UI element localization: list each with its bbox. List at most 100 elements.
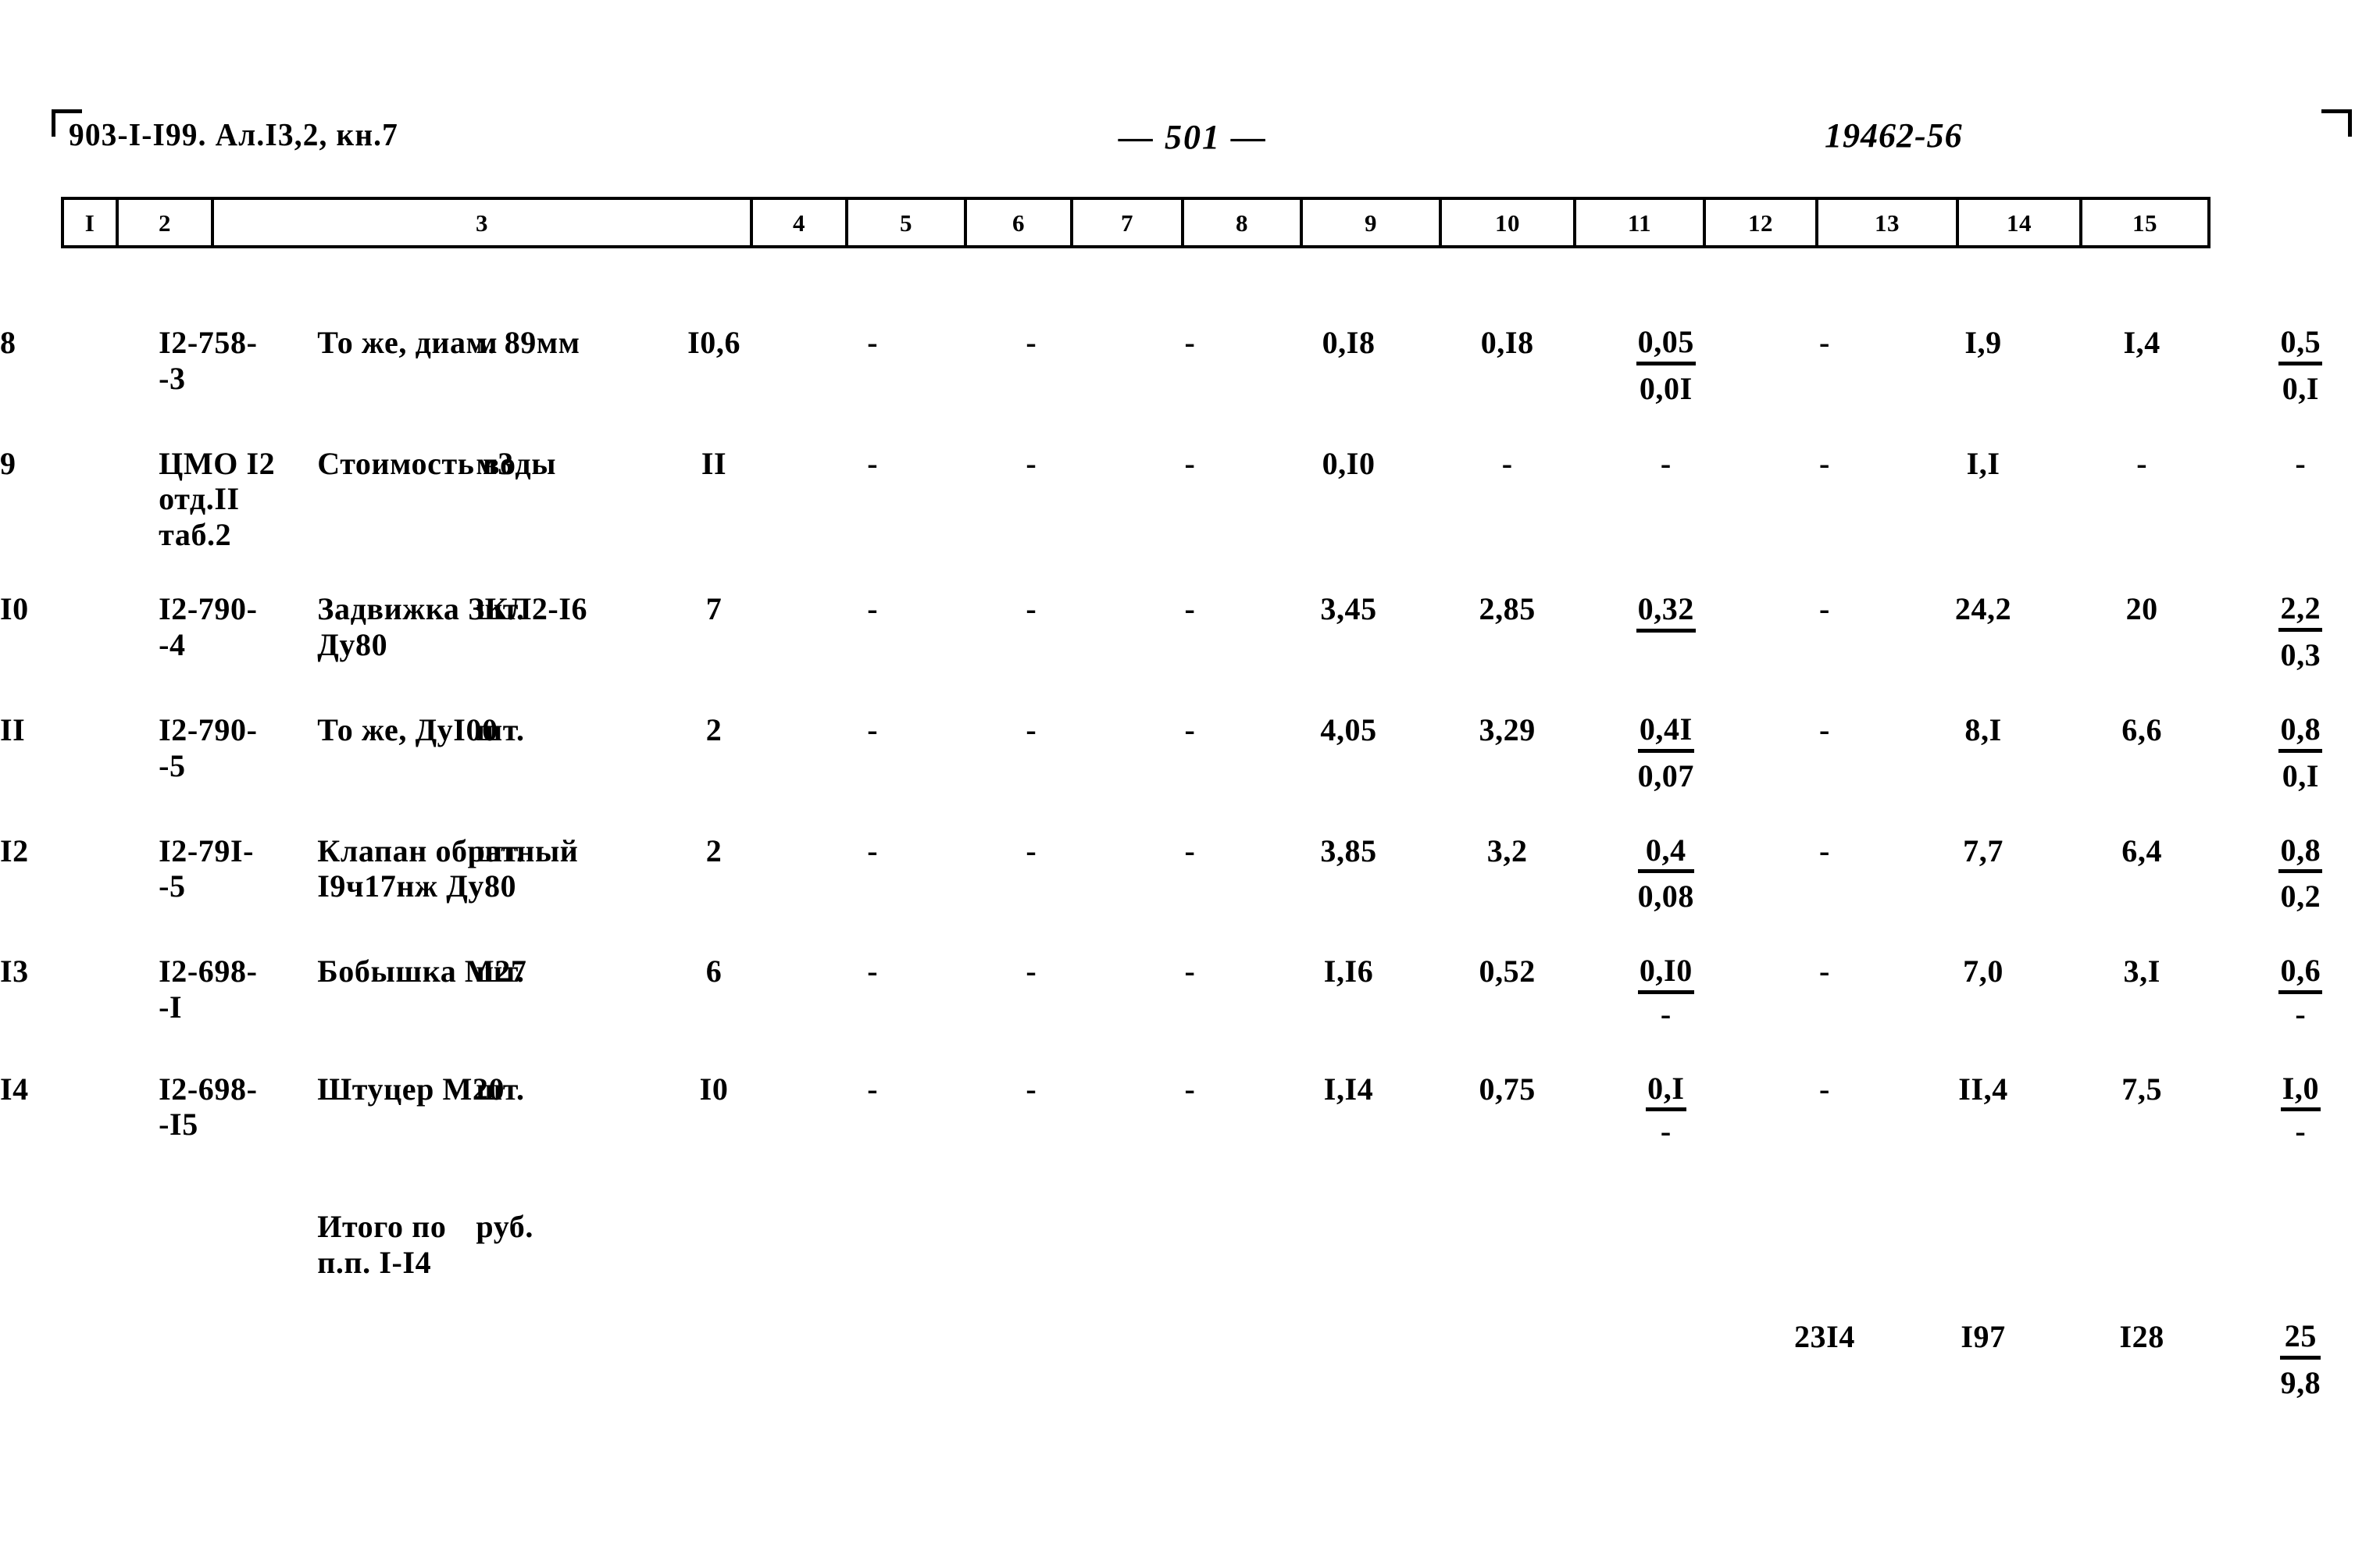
totals-empty-2	[159, 1209, 317, 1280]
row-unit: шт.	[476, 1071, 525, 1107]
row-description: Задвижка ЗКЛ2-I6 Ду80	[317, 591, 588, 673]
column-number-11: 11	[1576, 200, 1706, 245]
row-position-number: I2	[0, 832, 29, 868]
description-line-1: Бобышка М27	[317, 954, 527, 989]
fraction-col11: 0,I -	[1646, 1071, 1686, 1150]
totalsval-empty-5	[635, 1319, 794, 1401]
row-norm-code: I2-790- -5	[159, 712, 317, 794]
row-position-number: 9	[0, 445, 16, 481]
row-position-number: I3	[0, 954, 29, 989]
totalsval-empty-7	[952, 1319, 1111, 1401]
row-col9: 3,45	[1320, 591, 1377, 627]
totalsval-empty-11	[1586, 1319, 1745, 1401]
column-number-12: 12	[1706, 200, 1818, 245]
fraction-numerator: 0,8	[2278, 711, 2323, 753]
totals-unit: руб.	[476, 1208, 533, 1244]
norm-code-line-1: I2-790-	[159, 591, 258, 627]
column-number-4: 4	[753, 200, 848, 245]
row-gap	[0, 1032, 2380, 1071]
norm-code-line-1: I2-758-	[159, 325, 258, 360]
row-col10: 0,75	[1479, 1071, 1536, 1107]
column-number-13: 13	[1818, 200, 1959, 245]
totalsval-empty-6	[794, 1319, 952, 1401]
fraction-numerator: 0,I	[1646, 1071, 1686, 1112]
column-number-15: 15	[2132, 209, 2157, 237]
column-number-1: I	[64, 200, 119, 245]
row-col9: 0,I0	[1322, 445, 1376, 481]
row-col14: -	[2136, 445, 2148, 481]
column-number-8: 8	[1184, 200, 1303, 245]
totals-col14: I28	[2119, 1319, 2164, 1355]
row-col7: -	[1026, 445, 1037, 481]
totals-col13: I97	[1961, 1319, 2006, 1355]
totals-empty-5	[635, 1209, 794, 1280]
row-col13: I,9	[1964, 325, 2002, 360]
description-line-1: Задвижка ЗКЛ2-I6	[317, 591, 588, 627]
totalsval-empty-8	[1111, 1319, 1269, 1401]
row-norm-code: I2-758- -3	[159, 325, 317, 407]
column-number-9: 9	[1303, 200, 1442, 245]
fraction-col15: I,0 -	[2280, 1071, 2321, 1147]
row-col14: 7,5	[2121, 1071, 2163, 1107]
row-col7: -	[1026, 591, 1037, 627]
norm-code-line-3: таб.2	[159, 516, 232, 552]
row-col13: I,I	[1966, 445, 2000, 481]
row-gap	[0, 407, 2380, 446]
description-line-1: То же, ДуI00	[317, 711, 498, 747]
row-norm-code: ЦМО I2 отд.II таб.2	[159, 446, 317, 553]
row-col12: -	[1818, 832, 1830, 868]
fraction-denominator: 9,8	[2280, 1364, 2321, 1400]
row-col8: -	[1184, 591, 1196, 627]
column-number-6: 6	[967, 200, 1073, 245]
fraction-col11: 0,4 0,08	[1637, 832, 1695, 915]
fraction-col11: 0,05 0,0I	[1636, 324, 1697, 407]
row-col10: 2,85	[1479, 591, 1536, 627]
fraction-col15: 2,2 0,3	[2278, 591, 2323, 673]
totals-inner-gap	[0, 1280, 2380, 1319]
row-col13: 7,0	[1963, 954, 2004, 989]
row-quantity: 6	[705, 954, 723, 989]
row-gap	[0, 552, 2380, 591]
column-number-strip: I 2 3 4 5 6 7 8 9 10 11 12 13 14 15	[61, 197, 2211, 248]
fraction-denominator: -	[1660, 1114, 1672, 1150]
totalsval-empty-9	[1269, 1319, 1428, 1401]
fraction-numerator: 0,4	[1637, 832, 1695, 874]
table-row: 9 ЦМО I2 отд.II таб.2 Стоимость воды м3 …	[0, 446, 2380, 553]
row-col6: -	[867, 445, 879, 481]
row-description: Штуцер М20	[317, 1071, 505, 1150]
table-top-spacer	[0, 266, 2380, 325]
table-row: I4 I2-698- -I5 Штуцер М20 шт. I0 - - - I…	[0, 1071, 2380, 1150]
row-col12: -	[1818, 954, 1830, 989]
row-description: Бобышка М27	[317, 954, 527, 1032]
fraction-col11: 0,32	[1636, 592, 1697, 633]
row-quantity: I0,6	[687, 325, 741, 360]
fraction-denominator: 0,07	[1637, 758, 1695, 793]
totals-empty-13	[1904, 1209, 2063, 1280]
fraction-numerator: 25	[2280, 1318, 2321, 1360]
row-gap	[0, 914, 2380, 954]
column-number-7: 7	[1073, 200, 1184, 245]
description-line-1: Штуцер М20	[317, 1071, 505, 1107]
row-col15: I,0 -	[2221, 1071, 2380, 1150]
row-col6: -	[867, 1071, 879, 1107]
totals-col12: 23I4	[1793, 1319, 1855, 1355]
row-unit: шт.	[476, 711, 525, 747]
row-col6: -	[867, 832, 879, 868]
row-col10: 3,29	[1479, 711, 1536, 747]
row-col11: 0,05 0,0I	[1586, 324, 1745, 407]
totals-empty-9	[1269, 1209, 1428, 1280]
table-row: I0 I2-790- -4 Задвижка ЗКЛ2-I6 Ду80 шт. …	[0, 591, 2380, 673]
norm-code-line-1: ЦМО I2	[159, 445, 276, 481]
row-position-number: II	[0, 711, 26, 747]
table-row: 8 I2-758- -3 То же, диам. 89мм м I0,6 - …	[0, 324, 2380, 407]
row-col8: -	[1184, 325, 1196, 360]
totals-empty-15	[2221, 1209, 2380, 1280]
fraction-denominator: 0,2	[2280, 879, 2321, 914]
scanned-document-page: 903-I-I99. Ал.I3,2, кн.7 — 501 — 19462-5…	[0, 0, 2380, 1558]
row-col9: I,I6	[1323, 954, 1374, 989]
row-col11: 0,I -	[1586, 1071, 1745, 1150]
row-col12: -	[1818, 711, 1830, 747]
row-position-number: I4	[0, 1071, 29, 1107]
row-quantity: II	[701, 445, 727, 481]
row-col15: 0,8 0,I	[2221, 711, 2380, 794]
